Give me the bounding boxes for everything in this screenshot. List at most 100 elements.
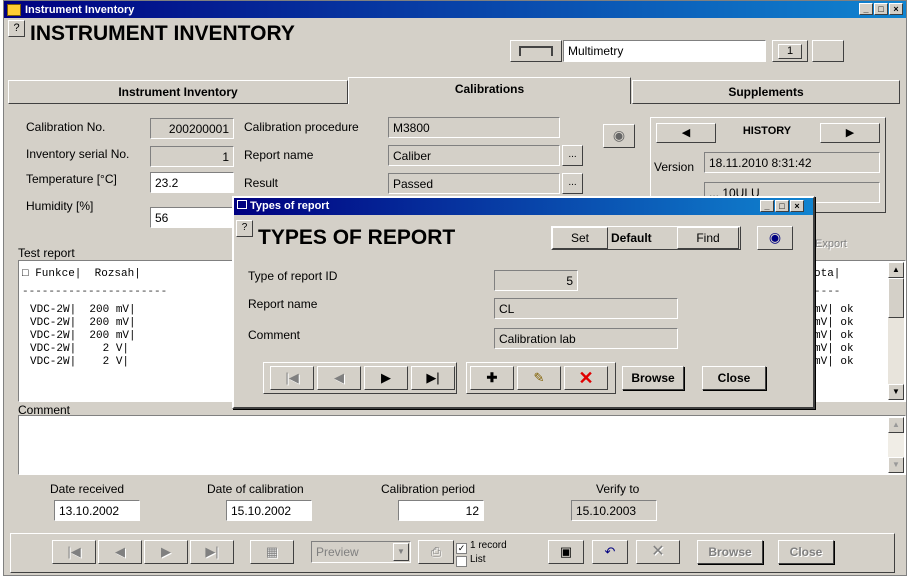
dialog-maximize-button[interactable]: □ (775, 200, 789, 212)
report-row: VDC-2W| 200 mV| (30, 317, 136, 329)
date-calib-field[interactable]: 15.10.2002 (226, 500, 312, 521)
history-prev-button[interactable]: ◀ (656, 123, 716, 143)
cal-no-label: Calibration No. (26, 120, 106, 134)
find-button[interactable]: Find (677, 227, 739, 249)
print-setup-icon[interactable]: ▦ (250, 540, 294, 564)
history-next-button[interactable]: ▶ (820, 123, 880, 143)
dialog-eye-icon[interactable]: ◉ (757, 226, 793, 250)
report-row-right: mV| ok (814, 330, 854, 342)
comment-area[interactable] (18, 415, 906, 475)
proc-field[interactable]: M3800 (388, 117, 560, 138)
date-calib-label: Date of calibration (207, 482, 304, 496)
browse-button[interactable]: Browse (697, 540, 763, 564)
tab-calibrations[interactable]: Calibrations (348, 77, 631, 104)
scroll-thumb[interactable] (888, 278, 904, 318)
app-icon (7, 3, 21, 16)
dialog-minimize-button[interactable]: _ (760, 200, 774, 212)
next-record-icon[interactable]: ▶ (144, 540, 188, 564)
scroll-down-icon[interactable]: ▼ (888, 384, 904, 400)
report-field[interactable]: Caliber (388, 145, 560, 166)
save-icon[interactable]: ▣ (548, 540, 584, 564)
tab-instrument-inventory[interactable]: Instrument Inventory (8, 80, 348, 104)
delete-icon[interactable]: ✕ (636, 540, 680, 564)
first-record-icon[interactable]: |◀ (52, 540, 96, 564)
export-button[interactable]: Export (815, 238, 847, 250)
result-lookup-button[interactable]: ... (562, 173, 583, 194)
dialog-comment-field[interactable]: Calibration lab (494, 328, 678, 349)
dialog-first-icon[interactable]: |◀ (270, 366, 314, 390)
category-field[interactable]: Multimetry (563, 40, 766, 62)
report-row: VDC-2W| 2 V| (30, 343, 130, 355)
add-icon[interactable]: ✚ (470, 366, 514, 390)
comment-scroll-down-icon[interactable]: ▼ (888, 457, 904, 473)
tab-supplements[interactable]: Supplements (632, 80, 900, 104)
help-button[interactable]: ? (8, 20, 25, 37)
report-lookup-button[interactable]: ... (562, 145, 583, 166)
proc-label: Calibration procedure (244, 120, 359, 134)
view-eye-icon[interactable]: ◉ (603, 124, 635, 148)
minimize-button[interactable]: _ (859, 3, 873, 15)
report-header-right: ota| (814, 268, 841, 280)
report-row: VDC-2W| 200 mV| (30, 330, 136, 342)
category-button[interactable] (510, 40, 562, 62)
edit-icon[interactable]: ✎ (517, 366, 561, 390)
counter-value: 1 (778, 44, 802, 59)
serial-label: Inventory serial No. (26, 147, 130, 161)
report-row-right: mV| ok (814, 343, 854, 355)
multimeter-icon (519, 46, 553, 56)
one-record-checkbox[interactable]: ✓ (456, 543, 467, 554)
test-report-label: Test report (18, 246, 75, 260)
temp-field[interactable]: 23.2 (150, 172, 234, 193)
list-label: List (470, 554, 486, 565)
dialog-prev-icon[interactable]: ◀ (317, 366, 361, 390)
chevron-down-icon[interactable]: ▼ (393, 543, 409, 561)
comment-scrollbar[interactable]: ▲ ▼ (888, 417, 904, 473)
one-record-label: 1 record (470, 540, 507, 551)
humidity-field[interactable]: 56 (150, 207, 234, 228)
result-field[interactable]: Passed (388, 173, 560, 194)
default-button[interactable]: Default (611, 231, 652, 245)
type-id-label: Type of report ID (248, 269, 338, 283)
dialog-browse-button[interactable]: Browse (622, 366, 684, 390)
close-window-button[interactable]: × (889, 3, 903, 15)
report-row: VDC-2W| 2 V| (30, 356, 130, 368)
dialog-next-icon[interactable]: ▶ (364, 366, 408, 390)
preview-value: Preview (316, 545, 359, 559)
dialog-last-icon[interactable]: ▶| (411, 366, 455, 390)
close-button[interactable]: Close (778, 540, 834, 564)
cal-no-field[interactable]: 200200001 (150, 118, 234, 139)
verify-field[interactable]: 15.10.2003 (571, 500, 657, 521)
report-row-right: mV| ok (814, 317, 854, 329)
preview-select[interactable]: Preview ▼ (311, 541, 411, 563)
set-button[interactable]: Set (552, 227, 608, 249)
report-dashes-right: ---- (814, 286, 841, 298)
report-scrollbar[interactable]: ▲ ▼ (888, 262, 904, 400)
undo-icon[interactable]: ↶ (592, 540, 628, 564)
dialog-close-button[interactable]: Close (702, 366, 766, 390)
last-record-icon[interactable]: ▶| (190, 540, 234, 564)
type-id-field[interactable]: 5 (494, 270, 578, 291)
prev-record-icon[interactable]: ◀ (98, 540, 142, 564)
delete-record-icon[interactable]: ✕ (564, 366, 608, 390)
period-field[interactable]: 12 (398, 500, 484, 521)
comment-scroll-up-icon[interactable]: ▲ (888, 417, 904, 433)
report-row-right: mV| ok (814, 304, 854, 316)
list-checkbox[interactable] (456, 556, 467, 567)
dialog-window-buttons: _ □ × (759, 200, 904, 212)
scroll-up-icon[interactable]: ▲ (888, 262, 904, 278)
report-header-left: □ Funkce| Rozsah| (22, 268, 141, 280)
temp-label: Temperature [°C] (26, 172, 117, 186)
title-bar: Instrument Inventory _ □ × (4, 1, 906, 18)
blank-button[interactable] (812, 40, 844, 62)
dialog-title-bar: Types of report (234, 198, 813, 215)
dialog-close-window-button[interactable]: × (790, 200, 804, 212)
version-field[interactable]: 18.11.2010 8:31:42 (704, 152, 880, 173)
printer-icon[interactable]: ⎙ (418, 540, 454, 564)
result-label: Result (244, 176, 279, 190)
serial-field[interactable]: 1 (150, 146, 234, 167)
window-title: Instrument Inventory (25, 3, 135, 16)
maximize-button[interactable]: □ (874, 3, 888, 15)
dialog-help-button[interactable]: ? (236, 220, 253, 237)
date-received-field[interactable]: 13.10.2002 (54, 500, 140, 521)
dialog-name-field[interactable]: CL (494, 298, 678, 319)
